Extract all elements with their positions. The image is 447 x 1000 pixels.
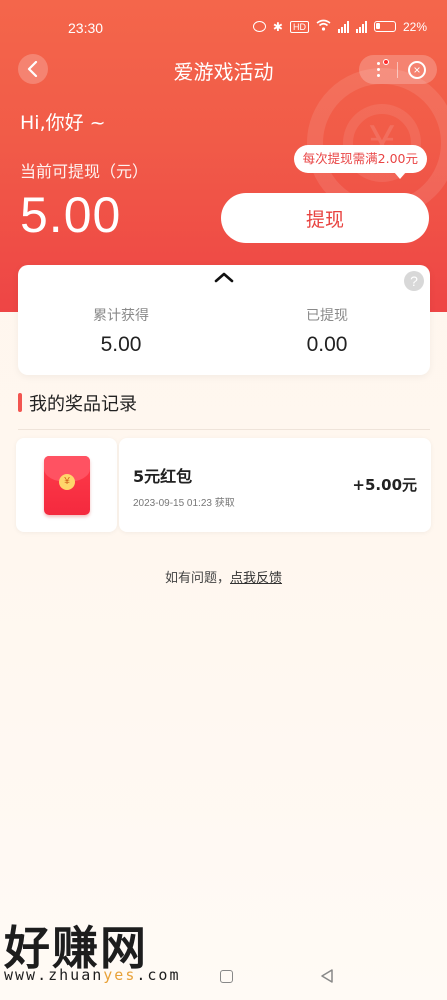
hd-icon: HD xyxy=(289,20,309,33)
reward-record-item[interactable]: 5元红包 2023-09-15 01:23 获取 +5.00元 xyxy=(119,438,431,532)
wifi-icon xyxy=(316,19,331,34)
reward-name: 5元红包 xyxy=(133,467,193,486)
status-icons: ✱ HD 22% xyxy=(252,19,427,34)
notification-dot xyxy=(383,59,389,65)
watermark-url-suffix: .com xyxy=(136,966,181,984)
section-title: 我的奖品记录 xyxy=(29,394,137,415)
recent-apps-icon[interactable] xyxy=(220,970,233,983)
reward-amount: +5.00元 xyxy=(352,476,417,494)
battery-icon xyxy=(373,21,396,32)
greeting: Hi,你好 ~ xyxy=(20,112,106,134)
signal-icon xyxy=(337,20,349,33)
stat-withdrawn-value: 0.00 xyxy=(306,333,348,356)
close-icon: × xyxy=(408,60,426,79)
chevron-up-icon[interactable] xyxy=(214,271,234,283)
status-bar: 23:30 ✱ HD 22% xyxy=(0,0,447,54)
reward-thumbnail: ¥ xyxy=(16,438,117,532)
stat-withdrawn-label: 已提现 xyxy=(306,308,348,324)
help-icon[interactable]: ? xyxy=(404,271,424,291)
balance-label: 当前可提现（元） xyxy=(20,162,149,181)
battery-percent: 22% xyxy=(402,19,427,34)
stat-withdrawn: 已提现 0.00 xyxy=(224,305,430,357)
alarm-icon xyxy=(252,21,266,32)
watermark-url: www.zhuanyes.com xyxy=(4,966,181,984)
section-divider xyxy=(18,429,430,430)
watermark-url-prefix: www.zhuan xyxy=(4,966,104,984)
red-packet-icon: ¥ xyxy=(44,456,90,515)
reward-date: 2023-09-15 01:23 获取 xyxy=(133,498,235,509)
status-time: 23:30 xyxy=(68,20,104,36)
withdraw-button[interactable]: 提现 xyxy=(221,193,429,243)
signal-icon xyxy=(355,20,367,33)
stat-earned-label: 累计获得 xyxy=(93,308,149,324)
balance-value: 5.00 xyxy=(20,187,122,243)
feedback-line: 如有问题，点我反馈 xyxy=(0,567,447,586)
feedback-link[interactable]: 点我反馈 xyxy=(230,571,282,586)
stat-earned: 累计获得 5.00 xyxy=(18,305,224,357)
withdraw-tip-bubble: 每次提现需满2.00元 xyxy=(293,145,427,179)
mini-program-capsule: × xyxy=(359,55,437,84)
watermark-url-highlight: yes xyxy=(103,966,137,984)
bluetooth-icon: ✱ xyxy=(272,19,283,34)
stats-card: ? 累计获得 5.00 已提现 0.00 xyxy=(18,265,430,375)
section-accent-bar xyxy=(18,393,22,412)
yen-coin-icon: ¥ xyxy=(59,474,75,490)
feedback-prefix: 如有问题， xyxy=(164,571,230,586)
more-button[interactable] xyxy=(359,55,397,84)
stat-earned-value: 5.00 xyxy=(100,333,142,356)
system-back-icon[interactable] xyxy=(320,969,334,983)
close-button[interactable]: × xyxy=(398,55,436,84)
